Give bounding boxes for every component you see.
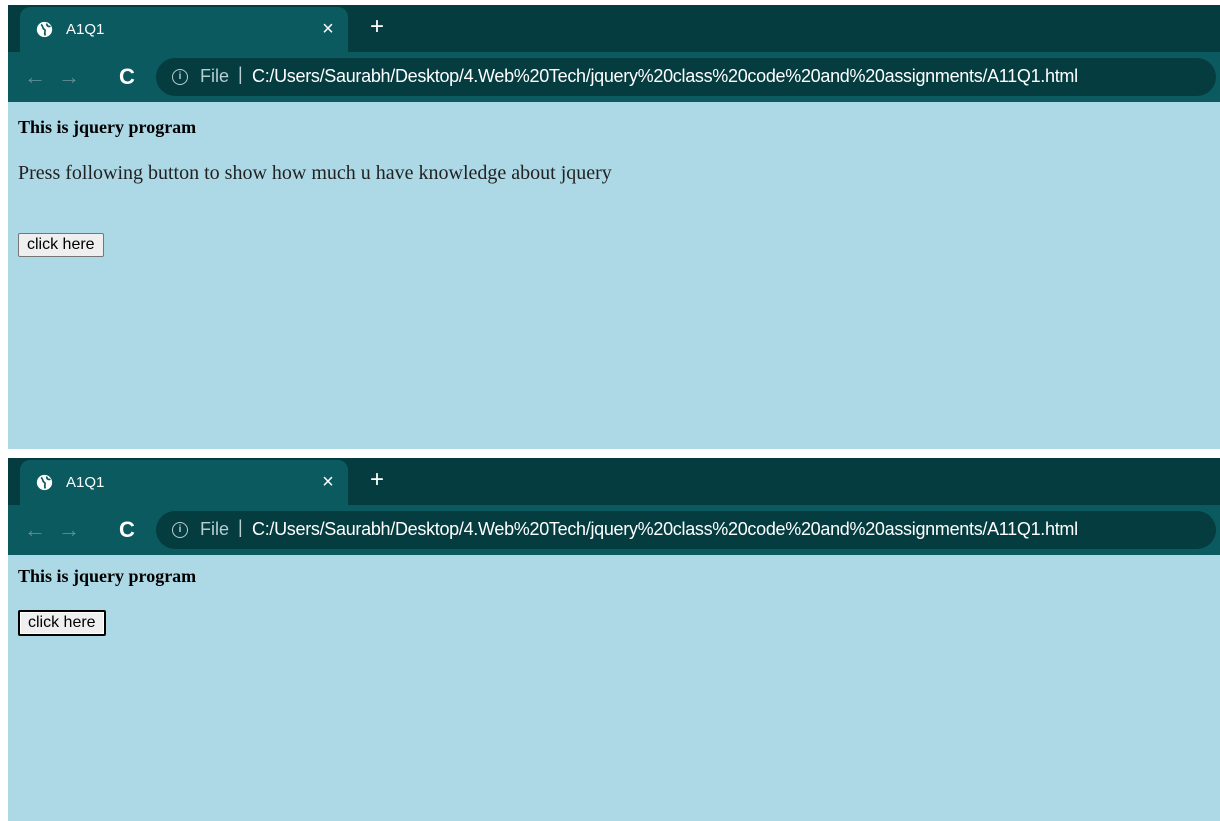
- back-arrow-icon[interactable]: ←: [22, 517, 48, 543]
- url-text[interactable]: C:/Users/Saurabh/Desktop/4.Web%20Tech/jq…: [252, 519, 1078, 540]
- click-here-button[interactable]: click here: [18, 233, 104, 257]
- forward-arrow-icon[interactable]: →: [56, 64, 82, 90]
- page-paragraph: Press following button to show how much …: [18, 162, 612, 184]
- reload-icon[interactable]: C: [114, 517, 140, 543]
- new-tab-button[interactable]: +: [364, 14, 390, 40]
- new-tab-button[interactable]: +: [364, 467, 390, 493]
- url-scheme-label: File: [200, 66, 230, 86]
- tab-strip: A1Q1 × +: [8, 5, 1220, 52]
- browser-window-after: A1Q1 × + ← → C i File | C:/Users/Saurabh…: [8, 458, 1220, 821]
- tab-close-icon[interactable]: ×: [316, 468, 340, 496]
- url-separator: |: [238, 64, 243, 84]
- info-icon[interactable]: i: [172, 69, 188, 85]
- address-bar[interactable]: i File | C:/Users/Saurabh/Desktop/4.Web%…: [156, 58, 1216, 96]
- browser-window-before: A1Q1 × + ← → C i File | C:/Users/Saurabh…: [8, 5, 1220, 449]
- tab-title: A1Q1: [66, 21, 105, 38]
- tab-strip: A1Q1 × +: [8, 458, 1220, 505]
- globe-icon: [36, 474, 53, 491]
- url-separator: |: [238, 517, 243, 537]
- address-bar[interactable]: i File | C:/Users/Saurabh/Desktop/4.Web%…: [156, 511, 1216, 549]
- reload-icon[interactable]: C: [114, 64, 140, 90]
- page-content: This is jquery program click here: [8, 555, 1220, 821]
- page-heading: This is jquery program: [18, 566, 197, 586]
- tab-title: A1Q1: [66, 474, 105, 491]
- browser-toolbar: ← → C i File | C:/Users/Saurabh/Desktop/…: [8, 505, 1220, 555]
- url-text[interactable]: C:/Users/Saurabh/Desktop/4.Web%20Tech/jq…: [252, 66, 1078, 87]
- info-icon[interactable]: i: [172, 522, 188, 538]
- back-arrow-icon[interactable]: ←: [22, 64, 48, 90]
- click-here-button[interactable]: click here: [18, 610, 106, 636]
- page-content: This is jquery program Press following b…: [8, 102, 1220, 449]
- forward-arrow-icon[interactable]: →: [56, 517, 82, 543]
- tab-a1q1[interactable]: A1Q1 ×: [20, 7, 348, 52]
- browser-toolbar: ← → C i File | C:/Users/Saurabh/Desktop/…: [8, 52, 1220, 102]
- url-scheme-label: File: [200, 519, 230, 539]
- page-heading: This is jquery program: [18, 117, 197, 137]
- tab-a1q1[interactable]: A1Q1 ×: [20, 460, 348, 505]
- globe-icon: [36, 21, 53, 38]
- tab-close-icon[interactable]: ×: [316, 15, 340, 43]
